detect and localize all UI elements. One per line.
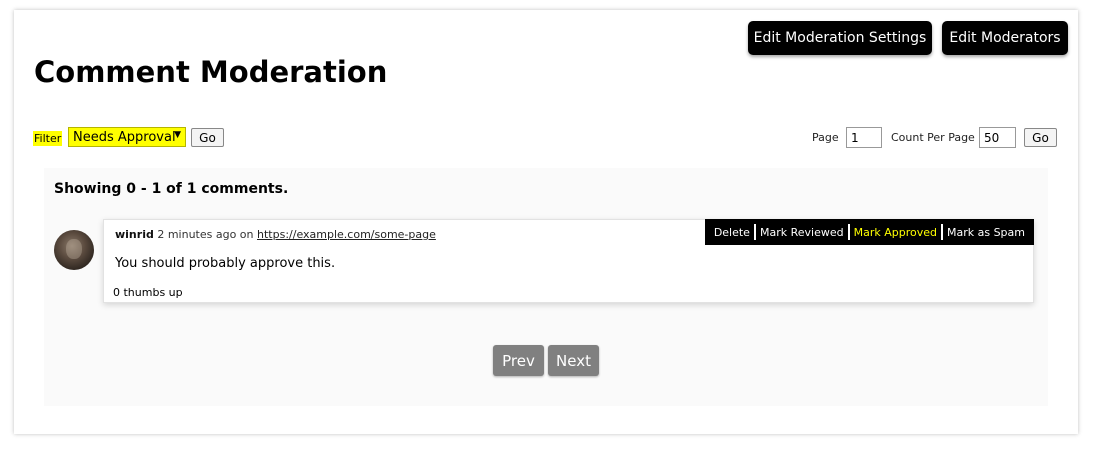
comment-text: You should probably approve this. bbox=[115, 256, 336, 271]
mark-approved-button[interactable]: Mark Approved bbox=[850, 226, 941, 239]
delete-button[interactable]: Delete bbox=[710, 226, 754, 239]
page-title: Comment Moderation bbox=[34, 55, 388, 89]
comment-time: 2 minutes ago on bbox=[157, 228, 254, 241]
prev-button[interactable]: Prev bbox=[493, 345, 544, 376]
page-number-input[interactable]: 1 bbox=[846, 127, 882, 148]
edit-moderators-button[interactable]: Edit Moderators bbox=[942, 21, 1068, 55]
avatar bbox=[54, 230, 94, 270]
comments-panel: Showing 0 - 1 of 1 comments. winrid 2 mi… bbox=[44, 168, 1048, 406]
comment-votes: 0 thumbs up bbox=[113, 286, 183, 299]
filter-selected-value: Needs Approval bbox=[73, 129, 176, 145]
filter-label: Filter bbox=[33, 131, 63, 146]
comment-username[interactable]: winrid bbox=[115, 228, 154, 241]
count-per-page-input[interactable]: 50 bbox=[979, 127, 1016, 148]
count-per-page-label: Count Per Page bbox=[891, 131, 975, 144]
mark-as-spam-button[interactable]: Mark as Spam bbox=[943, 226, 1029, 239]
moderation-card: Edit Moderation Settings Edit Moderators… bbox=[14, 10, 1078, 434]
filter-go-button[interactable]: Go bbox=[191, 128, 224, 147]
next-button[interactable]: Next bbox=[548, 345, 599, 376]
comment-actions-bar: Delete Mark Reviewed Mark Approved Mark … bbox=[704, 219, 1034, 245]
dropdown-arrow-icon: ▼ bbox=[174, 130, 181, 140]
paging-go-button[interactable]: Go bbox=[1024, 128, 1057, 147]
mark-reviewed-button[interactable]: Mark Reviewed bbox=[756, 226, 848, 239]
comment-page-link[interactable]: https://example.com/some-page bbox=[257, 228, 436, 241]
comment-meta: winrid 2 minutes ago on https://example.… bbox=[115, 228, 436, 241]
page-label: Page bbox=[812, 131, 839, 144]
edit-moderation-settings-button[interactable]: Edit Moderation Settings bbox=[748, 21, 932, 55]
comment-card: winrid 2 minutes ago on https://example.… bbox=[103, 219, 1034, 303]
filter-select[interactable]: Needs Approval ▼ bbox=[68, 127, 186, 147]
showing-count: Showing 0 - 1 of 1 comments. bbox=[54, 181, 289, 197]
